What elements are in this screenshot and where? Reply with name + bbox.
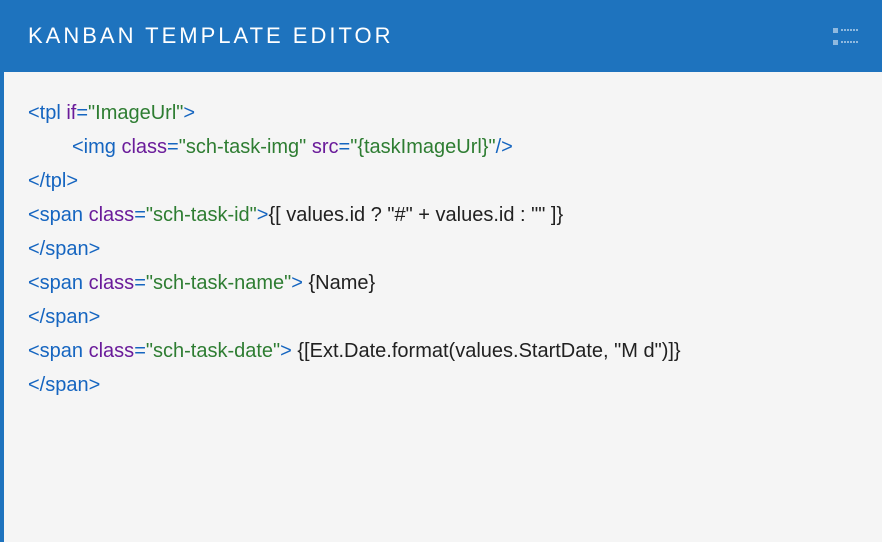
code-token-tag: </span>	[28, 374, 100, 396]
code-token-text: {Name}	[303, 272, 375, 294]
code-token-tag: =	[167, 136, 179, 158]
code-token-attr: class	[89, 272, 135, 294]
code-line[interactable]: <img class="sch-task-img" src="{taskImag…	[28, 130, 858, 164]
code-token-tag: =	[76, 102, 88, 124]
code-token-tag: <img	[72, 136, 121, 158]
code-token-tag: >	[280, 340, 292, 362]
code-token-val: "sch-task-img"	[179, 136, 307, 158]
code-token-tag: </span>	[28, 238, 100, 260]
code-line[interactable]: </span>	[28, 232, 858, 266]
code-editor[interactable]: <tpl if="ImageUrl"><img class="sch-task-…	[4, 72, 882, 426]
code-token-tag: <span	[28, 272, 89, 294]
code-token-attr: class	[121, 136, 167, 158]
code-token-val: "sch-task-date"	[146, 340, 280, 362]
code-token-tag: =	[339, 136, 351, 158]
code-line[interactable]: </tpl>	[28, 164, 858, 198]
code-token-tag: </tpl>	[28, 170, 78, 192]
code-token-val: "ImageUrl"	[88, 102, 183, 124]
code-token-val: "sch-task-name"	[146, 272, 291, 294]
code-token-val: "sch-task-id"	[146, 204, 257, 226]
code-line[interactable]: <span class="sch-task-date"> {[Ext.Date.…	[28, 334, 858, 368]
code-token-attr: if	[66, 102, 76, 124]
code-token-text: {[ values.id ? "#" + values.id : "" ]}	[268, 204, 563, 226]
code-line[interactable]: <span class="sch-task-name"> {Name}	[28, 266, 858, 300]
code-token-tag: >	[183, 102, 195, 124]
code-token-tag: =	[134, 272, 146, 294]
code-token-tag: =	[134, 340, 146, 362]
code-line[interactable]: </span>	[28, 300, 858, 334]
code-token-tag: <tpl	[28, 102, 66, 124]
code-token-attr: class	[89, 204, 135, 226]
code-token-tag: <span	[28, 204, 89, 226]
code-token-text: {[Ext.Date.format(values.StartDate, "M d…	[292, 340, 681, 362]
code-line[interactable]: <span class="sch-task-id">{[ values.id ?…	[28, 198, 858, 232]
code-token-tag: =	[134, 204, 146, 226]
code-token-val: "{taskImageUrl}"	[350, 136, 495, 158]
code-token-attr: src	[312, 136, 339, 158]
code-token-tag: >	[291, 272, 303, 294]
code-token-tag: >	[257, 204, 269, 226]
page-title: KANBAN TEMPLATE EDITOR	[28, 23, 394, 49]
editor-window: KANBAN TEMPLATE EDITOR <tpl if="ImageUrl…	[0, 0, 882, 542]
code-token-tag: <span	[28, 340, 89, 362]
code-token-attr: class	[89, 340, 135, 362]
code-token-tag: </span>	[28, 306, 100, 328]
editor-header: KANBAN TEMPLATE EDITOR	[4, 0, 882, 72]
code-line[interactable]: <tpl if="ImageUrl">	[28, 96, 858, 130]
list-icon[interactable]	[833, 28, 858, 45]
code-line[interactable]: </span>	[28, 368, 858, 402]
code-token-tag: />	[496, 136, 513, 158]
